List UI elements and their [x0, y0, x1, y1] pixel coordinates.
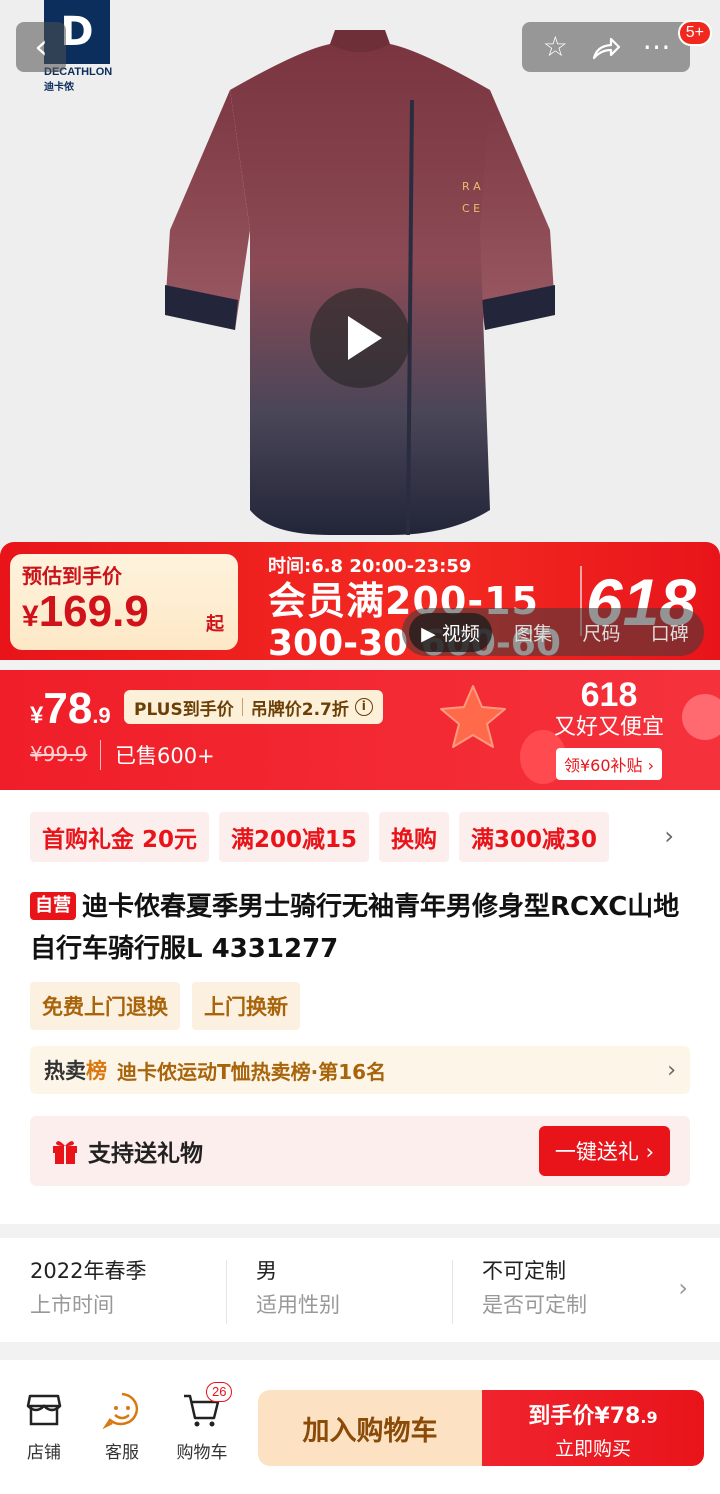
- share-icon[interactable]: [583, 22, 629, 72]
- estimated-price-card: 预估到手价 ¥169.9 起: [10, 554, 238, 650]
- tab-reviews[interactable]: 口碑: [643, 613, 697, 652]
- promo-time: 时间:6.8 20:00-23:59: [268, 556, 472, 577]
- coupon-chip[interactable]: 满200减15: [219, 812, 370, 862]
- tab-video[interactable]: ▶ 视频: [409, 612, 492, 652]
- original-price: ¥99.9: [30, 742, 88, 766]
- store-icon: [26, 1394, 62, 1426]
- event-promo: 618 又好又便宜 领¥60补贴 ›: [544, 676, 674, 780]
- store-label: 店铺: [27, 1443, 61, 1463]
- spec-value: 男: [256, 1259, 277, 1283]
- customer-service-label: 客服: [105, 1443, 139, 1463]
- spec-item: 男 适用性别: [226, 1238, 452, 1342]
- spec-summary[interactable]: 2022年春季 上市时间 男 适用性别 不可定制 是否可定制 ›: [0, 1238, 720, 1342]
- chevron-left-icon: ‹: [34, 27, 48, 67]
- top-action-group: ☆ ⋯: [522, 22, 690, 72]
- customer-service-button[interactable]: 客服: [86, 1390, 158, 1463]
- tab-gallery[interactable]: 图集: [506, 613, 560, 652]
- price-bar: ¥78.9 PLUS到手价 吊牌价2.7折 i ¥99.9 已售600+ 618…: [0, 670, 720, 790]
- info-icon[interactable]: i: [354, 698, 373, 716]
- send-gift-button[interactable]: 一键送礼 ›: [538, 1126, 670, 1176]
- cart-button[interactable]: 26 购物车: [166, 1382, 238, 1463]
- subsidy-coupon-button[interactable]: 领¥60补贴 ›: [555, 748, 663, 780]
- event-slogan: 又好又便宜: [553, 715, 664, 740]
- buy-now-button[interactable]: 到手价¥78.9 立即购买: [482, 1390, 704, 1466]
- sold-count: 已售600+: [100, 740, 215, 770]
- price-from-suffix: 起: [206, 614, 224, 635]
- bottom-action-bar: 店铺 客服 26 购物车 加入购物车 到手价¥78.9 立即购买: [0, 1360, 720, 1494]
- estimated-price-label: 预估到手价: [22, 564, 122, 588]
- favorite-star-icon[interactable]: ☆: [532, 22, 578, 72]
- plus-price-tag[interactable]: PLUS到手价 吊牌价2.7折 i: [124, 690, 383, 724]
- chevron-right-icon: ›: [667, 1057, 676, 1083]
- message-count-badge: 5+: [677, 20, 712, 46]
- spec-item: 2022年春季 上市时间: [0, 1238, 226, 1342]
- service-chip[interactable]: 免费上门退换: [30, 982, 180, 1030]
- svg-text:C E: C E: [462, 202, 480, 215]
- add-to-cart-button[interactable]: 加入购物车: [258, 1390, 482, 1466]
- chevron-right-icon: ›: [678, 1274, 688, 1302]
- cart-label: 购物车: [176, 1443, 228, 1463]
- spec-key: 适用性别: [256, 1293, 340, 1317]
- spec-item: 不可定制 是否可定制: [452, 1238, 678, 1342]
- more-icon[interactable]: ⋯: [634, 22, 680, 72]
- chevron-right-icon[interactable]: ›: [664, 822, 674, 850]
- tag-separator: [241, 698, 243, 716]
- coupon-chip[interactable]: 满300减30: [459, 812, 610, 862]
- customer-service-icon: [102, 1392, 139, 1430]
- event-number: 618: [580, 676, 638, 714]
- balloon-icon: [682, 694, 720, 740]
- tab-size[interactable]: 尺码: [574, 613, 628, 652]
- buy-price: 到手价¥78.9: [528, 1404, 658, 1429]
- discount-label: 吊牌价2.7折: [250, 699, 349, 720]
- product-title: 自营 迪卡侬春夏季男士骑行无袖青年男修身型RCXC山地自行车骑行服L 433127…: [30, 886, 690, 970]
- svg-text:R A: R A: [462, 180, 481, 193]
- self-operated-badge: 自营: [30, 892, 76, 920]
- store-button[interactable]: 店铺: [8, 1390, 80, 1463]
- brand-name-cn: 迪卡侬: [44, 82, 74, 93]
- coupon-chip[interactable]: 首购礼金 20元: [30, 812, 210, 862]
- spec-key: 上市时间: [30, 1293, 114, 1317]
- spec-value: 2022年春季: [30, 1259, 147, 1283]
- gift-icon: [53, 1141, 77, 1164]
- hot-rank-entry[interactable]: 热卖榜 迪卡侬运动T恤热卖榜·第16名 ›: [30, 1046, 690, 1094]
- play-video-button[interactable]: [310, 288, 410, 388]
- current-price: ¥78.9: [30, 684, 111, 733]
- plus-price-label: PLUS到手价: [134, 699, 234, 720]
- star-balloon-icon: [440, 685, 506, 748]
- service-chip[interactable]: 上门换新: [192, 982, 300, 1030]
- media-tabs: ▶ 视频 图集 尺码 口碑: [402, 608, 704, 656]
- gift-section: 支持送礼物 一键送礼 ›: [30, 1116, 690, 1186]
- estimated-price: ¥169.9: [22, 587, 149, 636]
- back-button[interactable]: ‹: [16, 22, 66, 72]
- cart-count-badge: 26: [206, 1382, 233, 1402]
- hot-rank-title: 热卖榜: [44, 1059, 107, 1083]
- spec-key: 是否可定制: [482, 1293, 587, 1317]
- coupon-chip[interactable]: 换购: [379, 812, 450, 862]
- spec-value: 不可定制: [482, 1259, 566, 1283]
- buy-now-label: 立即购买: [554, 1438, 631, 1460]
- service-list: 免费上门退换 上门换新: [30, 982, 300, 1030]
- product-info: 首购礼金 20元 满200减15 换购 满300减30 › 自营 迪卡侬春夏季男士…: [0, 790, 720, 1224]
- coupon-list: 首购礼金 20元 满200减15 换购 满300减30: [30, 812, 610, 862]
- product-title-text: 迪卡侬春夏季男士骑行无袖青年男修身型RCXC山地自行车骑行服L 4331277: [30, 892, 680, 964]
- hot-rank-text: 迪卡侬运动T恤热卖榜·第16名: [117, 1059, 387, 1084]
- gift-label: 支持送礼物: [88, 1141, 203, 1167]
